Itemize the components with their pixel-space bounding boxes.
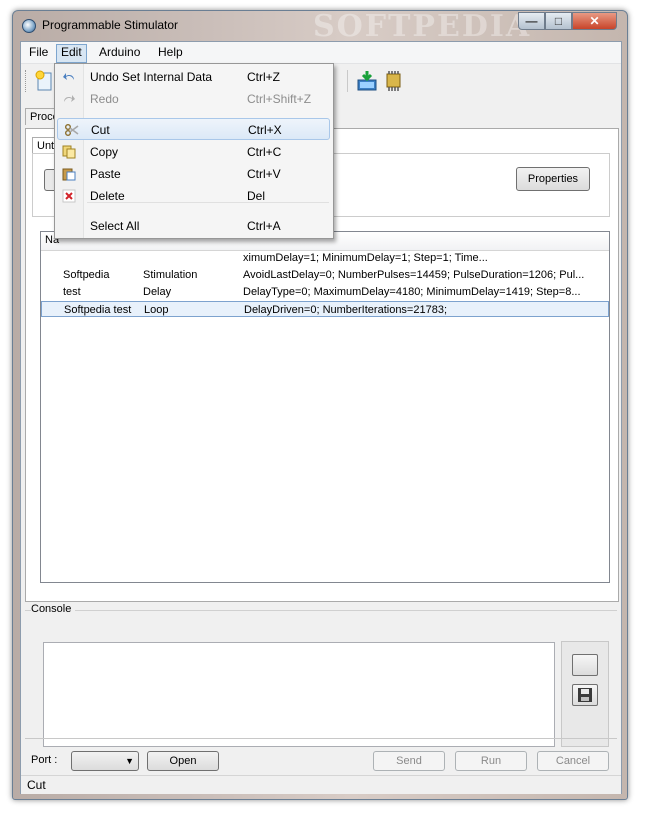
menu-item-copy[interactable]: Copy Ctrl+C [55, 141, 333, 163]
menu-file[interactable]: File [25, 44, 52, 61]
cancel-button[interactable]: Cancel [537, 751, 609, 771]
list-item[interactable]: test Delay DelayType=0; MaximumDelay=418… [41, 284, 609, 300]
paste-icon [62, 168, 76, 181]
menu-edit[interactable]: Edit [56, 44, 87, 63]
console-group: Console [25, 603, 617, 747]
redo-icon [64, 95, 75, 102]
menu-item-redo[interactable]: Redo Ctrl+Shift+Z [55, 88, 333, 110]
floppy-disk-icon [578, 688, 592, 702]
item-type: Stimulation [143, 269, 198, 281]
toolbar-separator [347, 70, 348, 92]
menu-item-delete[interactable]: Delete Del [55, 185, 333, 207]
send-button[interactable]: Send [373, 751, 445, 771]
copy-icon [62, 145, 76, 159]
menu-bar: File Edit Arduino Help [21, 42, 621, 64]
toolbar-grip[interactable] [25, 70, 28, 92]
menu-arduino[interactable]: Arduino [95, 44, 144, 61]
menu-help[interactable]: Help [154, 44, 187, 61]
steps-list: Na ximumDelay=1; MinimumDelay=1; Step=1;… [40, 231, 610, 583]
title-bar[interactable]: Programmable Stimulator SOFTPEDIA — □ ✕ [13, 9, 627, 44]
status-text: Cut [27, 778, 46, 792]
window-title: Programmable Stimulator [42, 18, 179, 32]
console-output[interactable] [43, 642, 555, 747]
item-params: ximumDelay=1; MinimumDelay=1; Step=1; Ti… [243, 252, 488, 264]
port-select[interactable]: ▼ [71, 751, 139, 771]
maximize-button[interactable]: □ [545, 12, 572, 30]
menu-item-paste[interactable]: Paste Ctrl+V [55, 163, 333, 185]
watermark: SOFTPEDIA [313, 9, 532, 44]
close-button[interactable]: ✕ [572, 12, 617, 30]
properties-button[interactable]: Properties [516, 167, 590, 191]
run-button[interactable]: Run [455, 751, 527, 771]
scissors-icon [65, 124, 79, 136]
clear-console-button[interactable] [572, 654, 598, 676]
minimize-button[interactable]: — [518, 12, 545, 30]
item-type: Loop [144, 304, 169, 316]
open-button[interactable]: Open [147, 751, 219, 771]
menu-item-undo[interactable]: Undo Set Internal Data Ctrl+Z [55, 66, 333, 88]
save-console-button[interactable] [572, 684, 598, 706]
item-name: test [63, 286, 81, 298]
edit-menu-dropdown: Undo Set Internal Data Ctrl+Z Redo Ctrl+… [54, 63, 334, 239]
list-item[interactable]: Softpedia Stimulation AvoidLastDelay=0; … [41, 267, 609, 283]
menu-item-select-all[interactable]: Select All Ctrl+A [55, 215, 333, 237]
port-label: Port : [31, 754, 58, 766]
item-name: Softpedia [63, 269, 110, 281]
menu-item-cut[interactable]: Cut Ctrl+X [57, 118, 330, 140]
console-divider [25, 610, 617, 611]
undo-icon [63, 73, 74, 80]
chip-icon[interactable] [381, 69, 405, 93]
item-name: Softpedia test [64, 304, 132, 316]
upload-icon[interactable] [355, 69, 379, 93]
item-params: DelayDriven=0; NumberIterations=21783; [244, 304, 448, 316]
item-type: Delay [143, 286, 172, 298]
list-item-selected[interactable]: Softpedia test Loop DelayDriven=0; Numbe… [41, 301, 609, 317]
chevron-down-icon: ▼ [125, 756, 134, 766]
console-tools [561, 641, 609, 747]
console-label: Console [31, 603, 76, 615]
app-icon [22, 19, 36, 33]
item-params: AvoidLastDelay=0; NumberPulses=14459; Pu… [243, 269, 585, 281]
status-bar: Cut [21, 775, 621, 794]
list-item[interactable]: ximumDelay=1; MinimumDelay=1; Step=1; Ti… [41, 250, 609, 266]
item-params: DelayType=0; MaximumDelay=4180; MinimumD… [243, 286, 581, 298]
menu-separator [87, 202, 329, 203]
delete-icon [62, 189, 76, 203]
